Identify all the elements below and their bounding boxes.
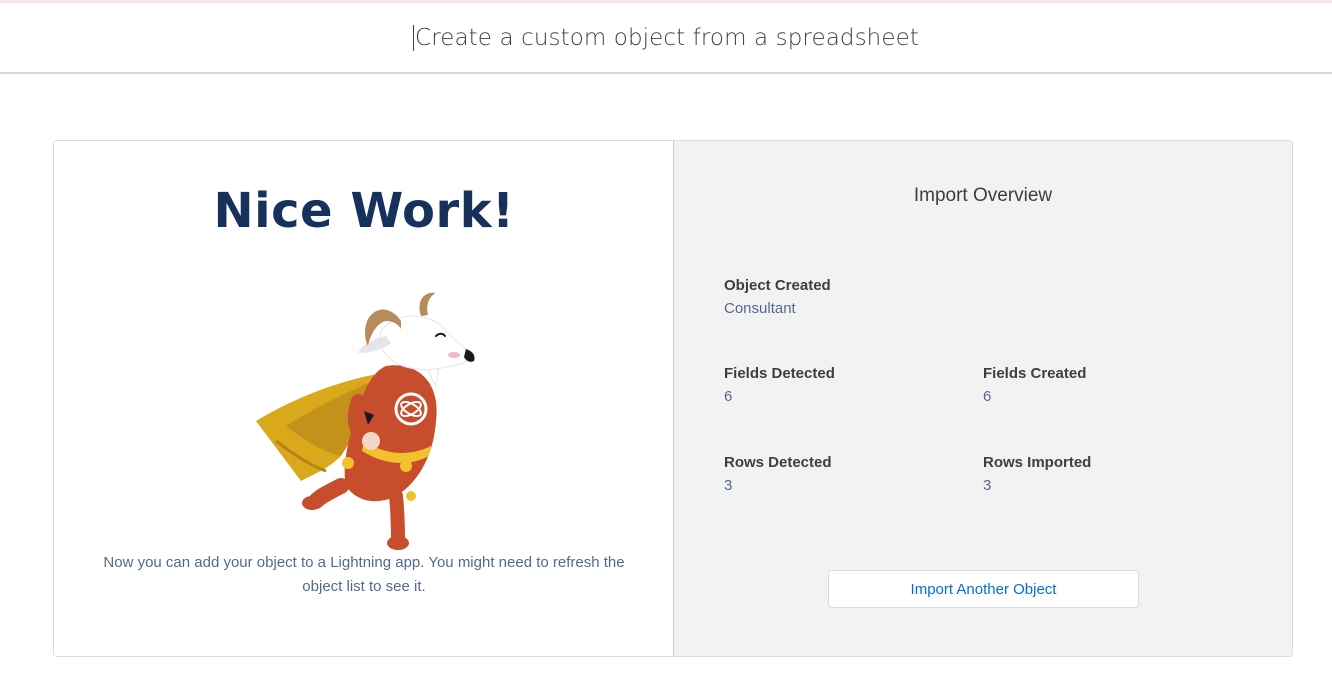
success-panel: Nice Work! Now you can add your object t… [54, 141, 674, 656]
stat-rows-imported: Rows Imported 3 [983, 454, 1091, 494]
caped-goat-mascot-icon [256, 292, 475, 550]
import-another-object-button[interactable]: Import Another Object [828, 570, 1139, 608]
stat-label: Rows Imported [983, 454, 1092, 471]
stat-value: 6 [983, 388, 992, 405]
page-header: Create a custom object from a spreadshee… [0, 3, 1332, 74]
import-overview-panel: Import Overview Object Created Consultan… [674, 141, 1292, 656]
success-heading: Nice Work! [213, 183, 515, 239]
stat-value: 3 [724, 477, 733, 494]
stat-label: Rows Detected [724, 454, 832, 471]
stat-rows-detected: Rows Detected 3 [724, 454, 832, 494]
stat-fields-created: Fields Created 6 [983, 365, 1086, 405]
stat-value: 6 [724, 388, 733, 405]
stat-value: Consultant [724, 300, 796, 317]
stat-object-created: Object Created Consultant [724, 277, 831, 317]
stat-label: Fields Created [983, 365, 1087, 382]
stat-value: 3 [983, 477, 992, 494]
stat-label: Fields Detected [724, 365, 835, 382]
page-title: Create a custom object from a spreadshee… [413, 24, 919, 51]
success-message: Now you can add your object to a Lightni… [103, 554, 625, 595]
stat-label: Object Created [724, 277, 831, 294]
stat-fields-detected: Fields Detected 6 [724, 365, 835, 405]
import-result-card: Nice Work! Now you can add your object t… [53, 140, 1293, 657]
import-overview-title: Import Overview [913, 185, 1053, 206]
